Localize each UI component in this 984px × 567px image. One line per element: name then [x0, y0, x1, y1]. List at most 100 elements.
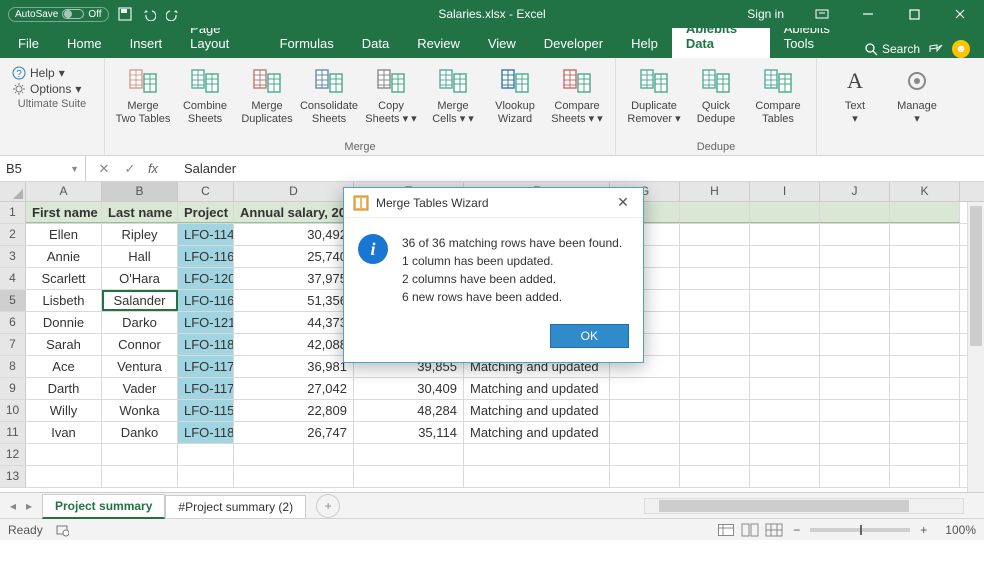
dialog-close-button[interactable]: ✕ [611, 194, 635, 211]
cell[interactable] [610, 466, 680, 487]
search-button[interactable]: Search [865, 42, 920, 56]
view-page-layout-icon[interactable] [741, 523, 759, 537]
cell[interactable]: Ivan [26, 422, 102, 443]
zoom-in-icon[interactable]: + [916, 523, 931, 537]
sheet-tab-active[interactable]: Project summary [42, 494, 165, 519]
tab-formulas[interactable]: Formulas [266, 30, 348, 58]
cell[interactable] [610, 444, 680, 465]
cell[interactable]: 36,981 [234, 356, 354, 377]
col-header-I[interactable]: I [750, 182, 820, 201]
accept-formula-icon[interactable]: ✓ [120, 161, 140, 177]
cell[interactable]: 30,492 [234, 224, 354, 245]
ribbon-compare-sheets[interactable]: CompareSheets ▾ ▾ [547, 62, 607, 128]
cell[interactable] [464, 466, 610, 487]
cell[interactable] [26, 466, 102, 487]
cell[interactable] [610, 378, 680, 399]
sheet-nav-first-icon[interactable]: ◂ [6, 499, 20, 513]
cell[interactable]: Annual salary, 2016 [234, 202, 354, 223]
close-icon[interactable] [938, 0, 982, 28]
row-header[interactable]: 12 [0, 444, 26, 465]
cell[interactable] [750, 268, 820, 289]
cell[interactable] [680, 444, 750, 465]
row-header[interactable]: 1 [0, 202, 26, 223]
cell[interactable] [820, 246, 890, 267]
view-page-break-icon[interactable] [765, 523, 783, 537]
cell[interactable] [750, 466, 820, 487]
col-header-C[interactable]: C [178, 182, 234, 201]
cell[interactable]: 48,284 [354, 400, 464, 421]
cell[interactable] [26, 444, 102, 465]
cell[interactable]: 27,042 [234, 378, 354, 399]
cell[interactable]: LFO-121 [178, 312, 234, 333]
cell[interactable]: Salander [102, 290, 178, 311]
cell[interactable]: LFO-115 [178, 400, 234, 421]
cell[interactable] [680, 290, 750, 311]
cell[interactable] [178, 466, 234, 487]
col-header-B[interactable]: B [102, 182, 178, 201]
ok-button[interactable]: OK [550, 324, 629, 348]
cell[interactable]: Ace [26, 356, 102, 377]
cell[interactable] [820, 224, 890, 245]
save-icon[interactable] [117, 6, 133, 22]
select-all-corner[interactable] [0, 182, 26, 201]
tab-help[interactable]: Help [617, 30, 672, 58]
col-header-D[interactable]: D [234, 182, 354, 201]
cell[interactable] [890, 378, 960, 399]
ribbon-merge-two-tables[interactable]: MergeTwo Tables [113, 62, 173, 128]
cell[interactable] [680, 378, 750, 399]
cell[interactable] [750, 400, 820, 421]
cell[interactable] [820, 422, 890, 443]
cell[interactable]: 25,740 [234, 246, 354, 267]
cell[interactable]: 26,747 [234, 422, 354, 443]
cell[interactable] [750, 224, 820, 245]
cell[interactable] [464, 444, 610, 465]
cell[interactable]: 44,373 [234, 312, 354, 333]
cell[interactable]: Connor [102, 334, 178, 355]
cell[interactable]: Project [178, 202, 234, 223]
cell[interactable]: Ellen [26, 224, 102, 245]
cell[interactable]: Vader [102, 378, 178, 399]
maximize-icon[interactable] [892, 0, 936, 28]
autosave-toggle[interactable]: AutoSave Off [8, 7, 109, 22]
sheet-nav-last-icon[interactable]: ▸ [22, 499, 36, 513]
cell[interactable] [234, 466, 354, 487]
name-box[interactable]: B5▼ [0, 156, 86, 181]
macro-record-icon[interactable] [55, 523, 69, 537]
cell[interactable] [890, 202, 960, 223]
cell[interactable] [820, 444, 890, 465]
cell[interactable] [820, 312, 890, 333]
row-header[interactable]: 10 [0, 400, 26, 421]
cell[interactable]: LFO-114 [178, 224, 234, 245]
formula-input[interactable]: Salander [174, 161, 984, 176]
row-header[interactable]: 13 [0, 466, 26, 487]
cell[interactable]: Sarah [26, 334, 102, 355]
cell[interactable] [750, 356, 820, 377]
cell[interactable]: 37,975 [234, 268, 354, 289]
cell[interactable]: Hall [102, 246, 178, 267]
horizontal-scrollbar[interactable] [644, 498, 964, 514]
cell[interactable] [890, 334, 960, 355]
cell[interactable]: LFO-118 [178, 422, 234, 443]
view-normal-icon[interactable] [717, 523, 735, 537]
cell[interactable] [354, 466, 464, 487]
cell[interactable] [680, 422, 750, 443]
cell[interactable] [680, 224, 750, 245]
cell[interactable] [178, 444, 234, 465]
cell[interactable] [890, 444, 960, 465]
cell[interactable] [680, 400, 750, 421]
cell[interactable]: Matching and updated [464, 400, 610, 421]
ribbon-duplicate-remover[interactable]: DuplicateRemover ▾ [624, 62, 684, 128]
cell[interactable] [890, 356, 960, 377]
cell[interactable] [750, 378, 820, 399]
cell[interactable]: Matching and updated [464, 378, 610, 399]
undo-icon[interactable] [141, 6, 157, 22]
cell[interactable] [680, 312, 750, 333]
cell[interactable] [102, 444, 178, 465]
ribbon-vlookup-wizard[interactable]: VlookupWizard [485, 62, 545, 128]
col-header-A[interactable]: A [26, 182, 102, 201]
cell[interactable] [680, 356, 750, 377]
ribbon-compare-tables[interactable]: CompareTables [748, 62, 808, 128]
cell[interactable] [890, 268, 960, 289]
cell[interactable] [680, 466, 750, 487]
cell[interactable]: LFO-116 [178, 290, 234, 311]
